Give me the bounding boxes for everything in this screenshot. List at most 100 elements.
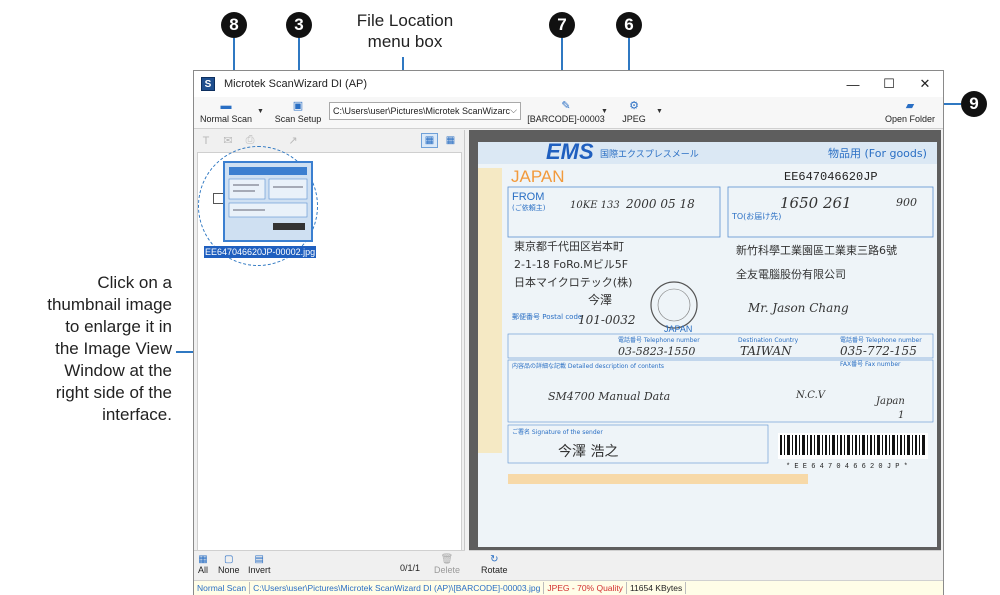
country-from: JAPAN — [511, 167, 565, 186]
sender-address-line: 今澤 — [588, 292, 612, 307]
select-none-label: None — [218, 565, 240, 575]
fax-label: FAX番号 Fax number — [840, 361, 901, 368]
maximize-button[interactable]: ☐ — [871, 71, 907, 97]
sender-address-line: 2-1-18 FoRo.Mビル5F — [514, 258, 628, 271]
title-bar: S Microtek ScanWizard DI (AP) — ☐ ✕ — [194, 71, 943, 97]
date-mailed: 2000 05 18 — [625, 197, 695, 211]
contents-label: 内容品の詳細な記載 Detailed description of conten… — [512, 362, 664, 370]
file-location-callout-line1: File Location — [356, 11, 454, 30]
file-location-callout: File Location menu box — [340, 10, 470, 52]
page-counter: 0/1/1 — [400, 563, 421, 573]
hint-line: to enlarge it in — [65, 317, 172, 336]
gear-icon: ⚙ — [629, 100, 639, 112]
invert-label: Invert — [248, 565, 271, 575]
image-view-toolbar: ↻ Rotate — [469, 550, 941, 580]
rotate-icon: ↻ — [490, 554, 499, 565]
to-amount: 900 — [896, 196, 917, 209]
sender-tel-label: 電話番号 Telephone number — [618, 336, 700, 344]
destination-label: Destination Country — [738, 337, 799, 344]
rotate-label: Rotate — [481, 565, 508, 575]
recipient-address-line: 全友電腦股份有限公司 — [736, 267, 846, 281]
open-folder-label: Open Folder — [884, 114, 936, 124]
contents-description: SM4700 Manual Data — [548, 390, 670, 403]
from-label: FROM — [512, 191, 544, 203]
folder-icon: ▰ — [905, 100, 915, 112]
thumbnail-preview-graphic — [225, 163, 311, 240]
recipient-tel-label: 電話番号 Telephone number — [840, 336, 922, 344]
file-location-select[interactable]: C:\Users\user\Pictures\Microtek ScanWiza… — [329, 102, 521, 120]
file-location-callout-line2: menu box — [367, 32, 443, 51]
delete-label: Delete — [434, 565, 461, 575]
barcode — [778, 433, 928, 459]
normal-scan-dropdown-arrow[interactable]: ▼ — [257, 108, 264, 115]
origin-country: Japan — [874, 396, 905, 407]
file-format-button[interactable]: ⚙ JPEG — [619, 98, 649, 128]
main-toolbar: ▬ Normal Scan ▼ ▣ Scan Setup C:\Users\us… — [194, 97, 943, 129]
sender-tel: 03-5823-1550 — [618, 345, 695, 358]
scan-setup-icon: ▣ — [292, 100, 304, 112]
hint-line: Click on a — [97, 273, 172, 292]
rotate-button[interactable]: ↻ Rotate — [481, 554, 508, 575]
select-all-button[interactable]: ▦ All — [197, 554, 209, 575]
format-dropdown-arrow[interactable]: ▼ — [656, 108, 663, 115]
thumbnail-area: EE647046620JP-00002.jpg — [197, 146, 462, 575]
ems-brand-jp: 国際エクスプレスメール — [600, 148, 699, 160]
app-window: S Microtek ScanWizard DI (AP) — ☐ ✕ ▬ No… — [193, 70, 944, 595]
selection-bar: ▦ All ▢ None ▤ Invert 0/1/1 🗑 Delete — [194, 550, 465, 580]
pen-icon: ✎ — [561, 100, 571, 112]
sender-address-line: 東京都千代田区岩本町 — [514, 239, 624, 253]
open-folder-button[interactable]: ▰ Open Folder — [883, 98, 937, 128]
for-goods-label: 物品用 (For goods) — [828, 146, 927, 160]
normal-scan-button[interactable]: ▬ Normal Scan — [198, 98, 254, 128]
hint-line: interface. — [102, 405, 172, 424]
invert-icon: ▤ — [254, 554, 264, 565]
thumbnail-image[interactable] — [223, 161, 313, 242]
callout-badge-7: 7 — [549, 12, 575, 38]
number-of-pieces: 1 — [898, 410, 904, 421]
recipient-address-line: 新竹科學工業園區工業東三路6號 — [736, 243, 897, 257]
hint-line: thumbnail image — [47, 295, 172, 314]
delete-button[interactable]: 🗑 Delete — [434, 554, 460, 575]
grid-empty-icon: ▢ — [224, 554, 234, 565]
ems-label-graphic: EMS 国際エクスプレスメール 物品用 (For goods) JAPAN EE… — [478, 142, 937, 547]
callout-badge-6: 6 — [616, 12, 642, 38]
window-title: Microtek ScanWizard DI (AP) — [224, 78, 368, 90]
select-none-button[interactable]: ▢ None — [218, 554, 240, 575]
thumbnail-toolbar: T ✉ ⎙ ↗ ▦ ▦ — [194, 130, 465, 152]
thumbnail-filename[interactable]: EE647046620JP-00002.jpg — [204, 246, 316, 258]
barcode-dropdown-arrow[interactable]: ▼ — [601, 108, 608, 115]
share-icon[interactable]: ↗ — [286, 134, 300, 147]
file-format-label: JPEG — [622, 114, 646, 124]
hint-line: the Image View — [55, 339, 172, 358]
close-button[interactable]: ✕ — [907, 71, 943, 97]
thumbnail-panel: T ✉ ⎙ ↗ ▦ ▦ EE647046620JP-00002.jpg — [194, 130, 465, 576]
status-file-size: 11654 KBytes — [627, 582, 687, 594]
barcode-naming-button[interactable]: ✎ [BARCODE]-00003 — [525, 98, 607, 128]
email-icon[interactable]: ✉ — [221, 134, 235, 147]
scan-setup-button[interactable]: ▣ Scan Setup — [270, 98, 326, 128]
scanned-document: EMS 国際エクスプレスメール 物品用 (For goods) JAPAN EE… — [478, 142, 937, 547]
callout-badge-8: 8 — [221, 12, 247, 38]
tracking-number: EE647046620JP — [784, 170, 878, 184]
hint-line: right side of the — [55, 383, 172, 402]
small-thumbnail-view-icon[interactable]: ▦ — [442, 133, 459, 148]
minimize-button[interactable]: — — [835, 71, 871, 97]
hint-line: Window at the — [64, 361, 172, 380]
select-all-label: All — [197, 565, 208, 575]
callout-badge-3: 3 — [286, 12, 312, 38]
to-number: 1650 261 — [780, 194, 852, 212]
barcode-text: * E E 6 4 7 0 4 6 6 2 0 J P * — [786, 463, 908, 471]
large-thumbnail-view-icon[interactable]: ▦ — [421, 133, 438, 148]
postal-code: 101-0032 — [578, 313, 636, 327]
recipient-name: Mr. Jason Chang — [747, 301, 849, 315]
recipient-tel: 035-772-155 — [840, 344, 917, 358]
to-label: TO(お届け先) — [731, 211, 781, 221]
invert-selection-button[interactable]: ▤ Invert — [248, 554, 271, 575]
sender-number: 10KE 133 — [570, 200, 620, 211]
declared-value: N.C.V — [795, 390, 827, 401]
from-sub-label: (ご依頼主) — [512, 203, 546, 212]
image-view-window: EMS 国際エクスプレスメール 物品用 (For goods) JAPAN EE… — [469, 130, 941, 550]
ems-brand: EMS — [546, 142, 594, 164]
status-bar: Normal Scan C:\Users\user\Pictures\Micro… — [194, 580, 943, 595]
text-tool-icon[interactable]: T — [199, 134, 213, 147]
